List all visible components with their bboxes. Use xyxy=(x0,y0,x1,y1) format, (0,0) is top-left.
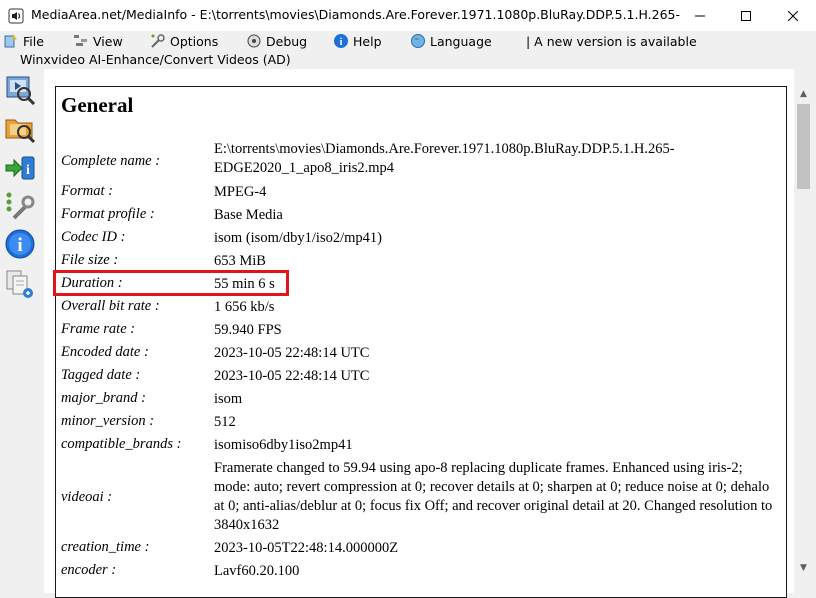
menu-file-label: File xyxy=(23,33,44,49)
duration-highlight-box xyxy=(53,270,289,296)
info-value: isomiso6dby1iso2mp41 xyxy=(214,437,353,453)
info-value: 653 MiB xyxy=(214,253,266,269)
vertical-scrollbar[interactable]: ▲ ▼ xyxy=(795,86,812,580)
menu-file[interactable]: File xyxy=(3,32,44,50)
export-button[interactable]: i xyxy=(4,152,36,184)
menu-language-label: Language xyxy=(430,33,492,49)
info-value: 59.940 FPS xyxy=(214,322,282,338)
debug-icon xyxy=(247,34,261,48)
menu-options-label: Options xyxy=(170,33,219,49)
menu-debug-label: Debug xyxy=(266,33,308,49)
info-value: isom (isom/dby1/iso2/mp41) xyxy=(214,230,382,246)
info-key: creation_time : xyxy=(61,539,150,555)
menu-new-version[interactable]: | A new version is available xyxy=(526,32,697,50)
svg-text:i: i xyxy=(17,235,22,256)
scroll-down-arrow-icon[interactable]: ▼ xyxy=(795,560,812,576)
info-value: 1 656 kb/s xyxy=(214,299,275,315)
language-icon xyxy=(411,34,425,48)
export-icon: i xyxy=(5,156,35,180)
info-key: videoai : xyxy=(61,489,113,505)
view-icon xyxy=(74,35,87,46)
info-value: Framerate changed to 59.94 using apo-8 r… xyxy=(214,460,773,533)
svg-text:i: i xyxy=(26,163,30,178)
menu-language[interactable]: Language xyxy=(410,32,492,50)
info-key: Format profile : xyxy=(61,206,155,222)
minimize-button[interactable] xyxy=(677,0,723,31)
copy-info-icon xyxy=(6,270,33,298)
info-value: 2023-10-05T22:48:14.000000Z xyxy=(214,540,399,556)
minimize-icon xyxy=(695,15,705,16)
ad-link[interactable]: Winxvideo AI-Enhance/Convert Videos (AD) xyxy=(20,52,291,67)
help-icon: i xyxy=(334,34,348,48)
info-key: minor_version : xyxy=(61,413,155,429)
svg-text:i: i xyxy=(340,37,343,48)
open-file-icon xyxy=(6,76,36,106)
info-value: isom xyxy=(214,391,243,407)
info-key: Codec ID : xyxy=(61,229,126,245)
menu-bar: File View Options Debug i Help Language … xyxy=(0,31,816,51)
info-value: 2023-10-05 22:48:14 UTC xyxy=(214,368,370,384)
menu-help-label: Help xyxy=(353,33,382,49)
info-key: File size : xyxy=(61,252,119,268)
menu-view[interactable]: View xyxy=(73,32,123,50)
maximize-icon xyxy=(741,10,751,21)
menu-view-label: View xyxy=(93,33,123,49)
info-value: E:\torrents\movies\Diamonds.Are.Forever.… xyxy=(214,141,675,176)
open-folder-icon xyxy=(5,119,36,144)
side-toolbar xyxy=(0,70,45,593)
info-value: MPEG-4 xyxy=(214,184,267,200)
title-bar: MediaArea.net/MediaInfo - E:\torrents\mo… xyxy=(0,0,816,31)
menu-help[interactable]: i Help xyxy=(333,32,382,50)
scrollbar-thumb[interactable] xyxy=(797,104,810,189)
preferences-button[interactable] xyxy=(4,190,36,222)
open-folder-button[interactable] xyxy=(4,112,36,144)
info-key: compatible_brands : xyxy=(61,436,182,452)
scroll-up-arrow-icon[interactable]: ▲ xyxy=(795,86,812,102)
menu-new-version-label: | A new version is available xyxy=(526,33,697,49)
info-value: 55 min 6 s xyxy=(214,276,275,292)
preferences-icon xyxy=(6,192,35,220)
maximize-button[interactable] xyxy=(723,0,769,31)
info-value: 512 xyxy=(214,414,236,430)
section-title: General xyxy=(61,93,134,117)
about-icon: i xyxy=(5,229,35,259)
info-key: Overall bit rate : xyxy=(61,298,160,314)
close-button[interactable] xyxy=(770,0,816,31)
menu-debug[interactable]: Debug xyxy=(246,32,307,50)
info-key: Format : xyxy=(61,183,113,199)
info-key: Encoded date : xyxy=(61,344,149,360)
info-key: Frame rate : xyxy=(61,321,136,337)
speaker-icon xyxy=(8,8,24,24)
file-icon xyxy=(4,34,17,48)
info-key: Tagged date : xyxy=(61,367,141,383)
info-value: Lavf60.20.100 xyxy=(214,563,300,579)
open-file-button[interactable] xyxy=(4,73,36,106)
general-section: General Complete name : E:\torrents\movi… xyxy=(55,86,787,598)
menu-options[interactable]: Options xyxy=(150,32,218,50)
window-title: MediaArea.net/MediaInfo - E:\torrents\mo… xyxy=(31,7,681,22)
copy-info-button[interactable] xyxy=(4,268,36,300)
close-icon xyxy=(788,10,798,21)
info-key: Complete name : xyxy=(61,153,161,169)
info-value: 2023-10-05 22:48:14 UTC xyxy=(214,345,370,361)
options-icon xyxy=(151,34,165,48)
info-key: encoder : xyxy=(61,562,117,578)
info-value: Base Media xyxy=(214,207,283,223)
about-button[interactable]: i xyxy=(4,228,36,260)
info-key: major_brand : xyxy=(61,390,146,406)
